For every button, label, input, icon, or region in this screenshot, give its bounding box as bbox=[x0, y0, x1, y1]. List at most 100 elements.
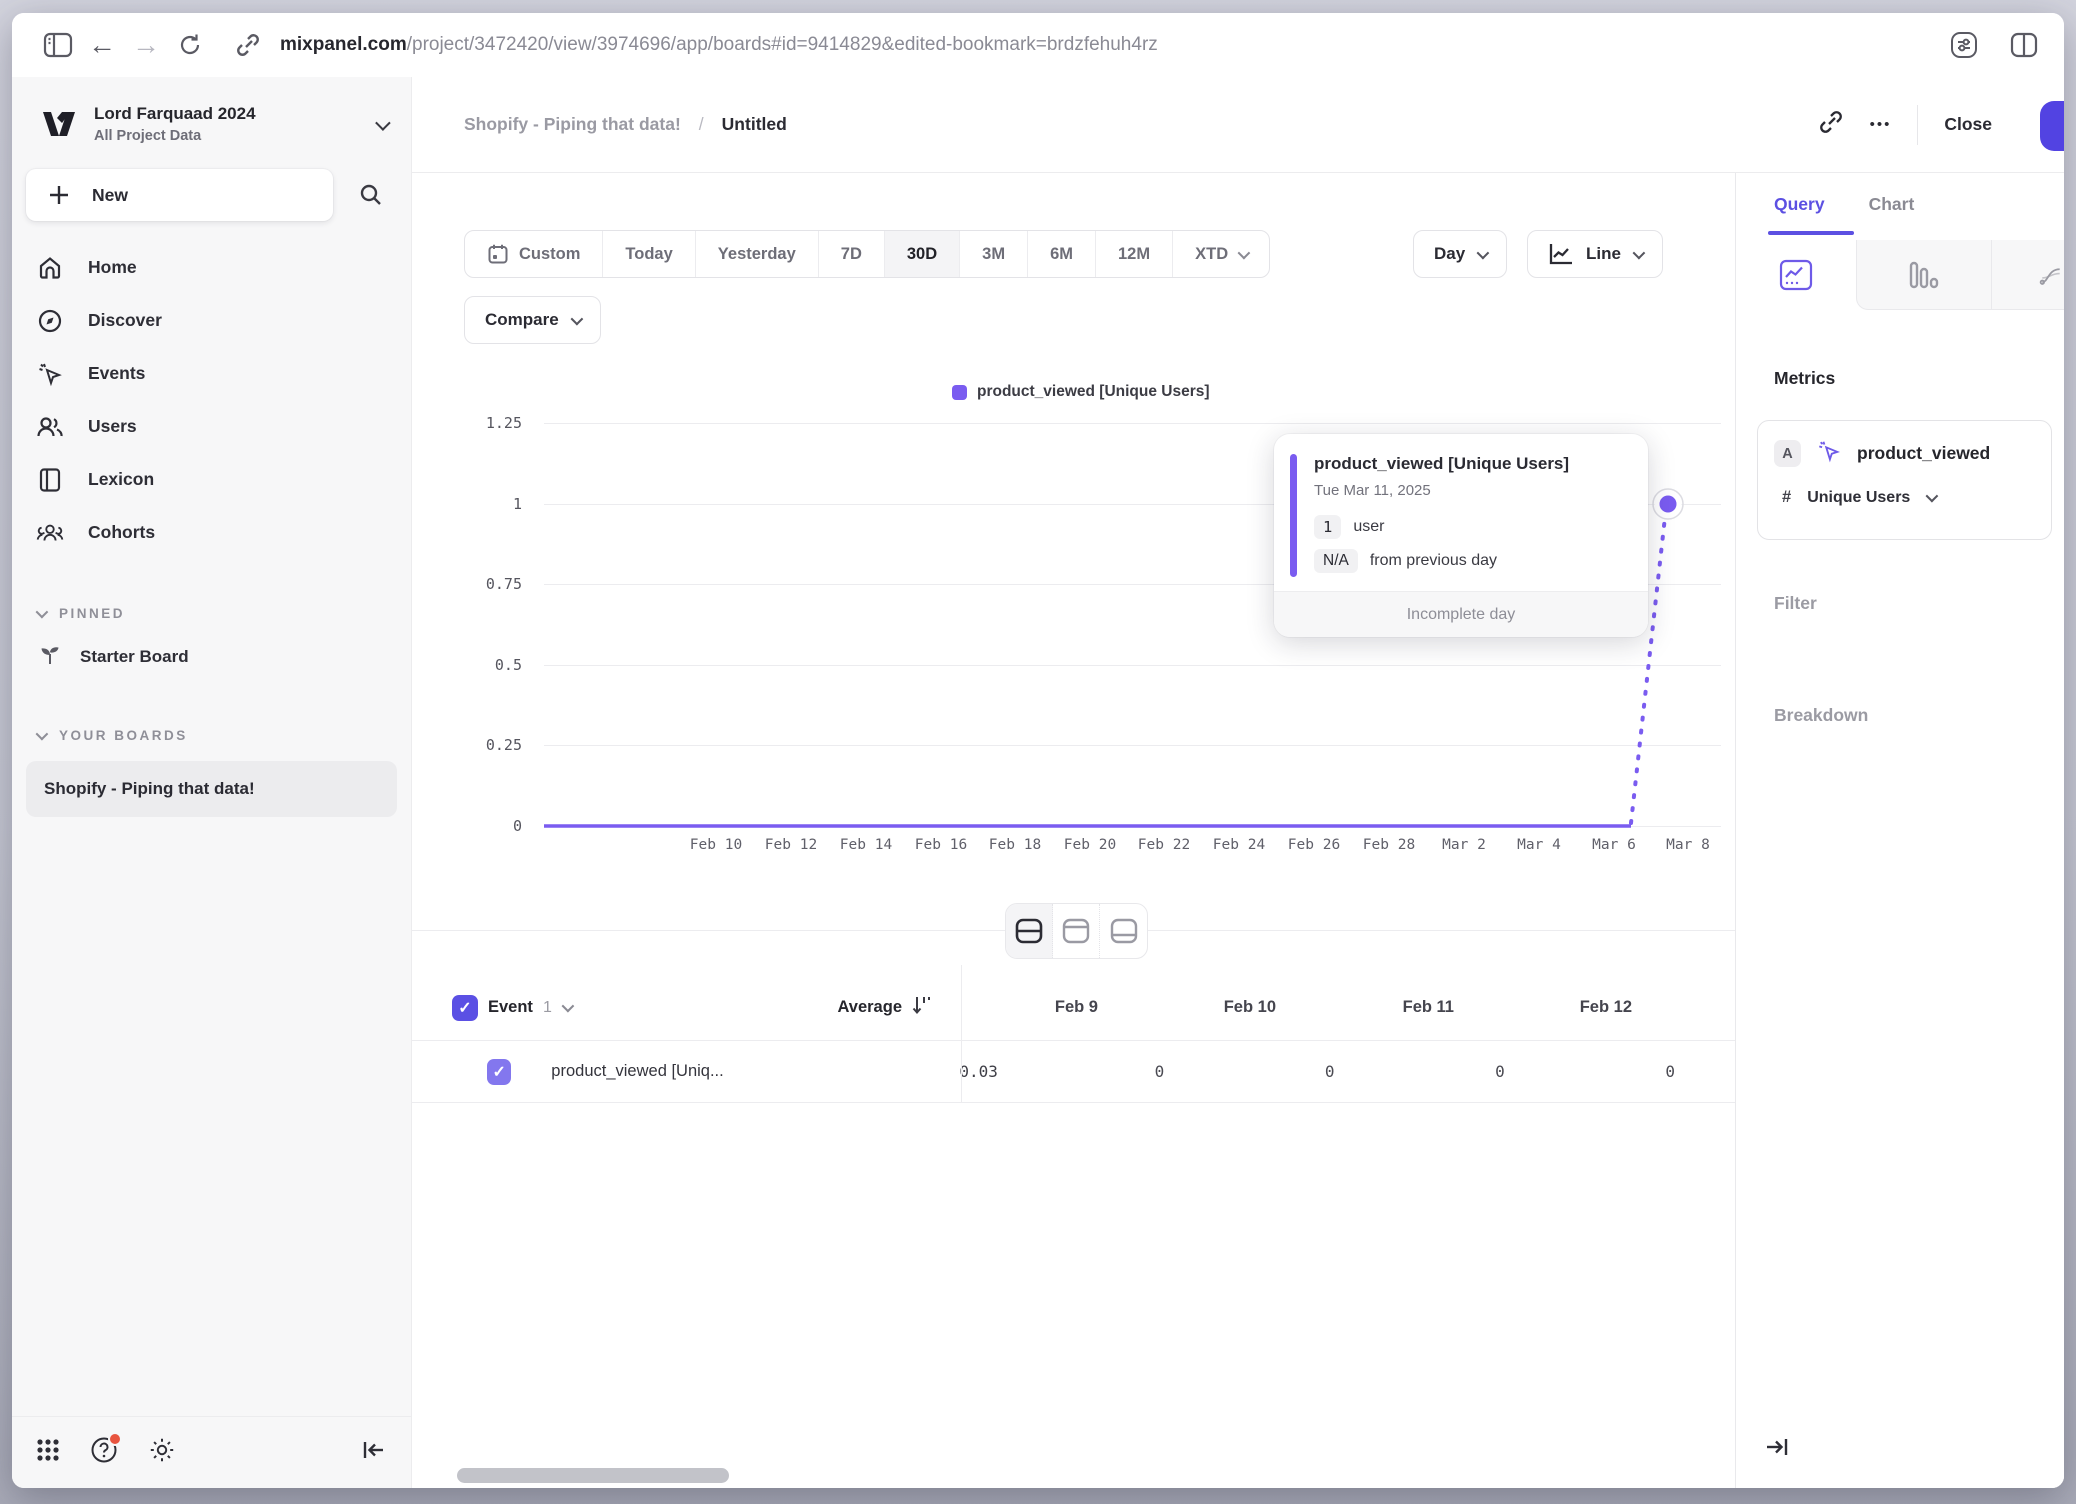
chevron-down-icon[interactable] bbox=[561, 1000, 574, 1013]
copy-link-icon[interactable] bbox=[1818, 109, 1844, 140]
book-icon bbox=[36, 467, 64, 493]
page-link-icon bbox=[226, 23, 270, 67]
collapse-sidebar-icon[interactable] bbox=[361, 1438, 387, 1467]
filter-section-label[interactable]: Filter bbox=[1774, 593, 1817, 614]
chevron-down-icon bbox=[1633, 246, 1646, 259]
y-axis-tick: 1 bbox=[422, 495, 522, 513]
tooltip-value: 1 bbox=[1314, 515, 1341, 539]
divider bbox=[961, 965, 962, 1040]
flows-icon bbox=[2038, 259, 2064, 291]
sidebar-item-label: Home bbox=[88, 257, 137, 278]
sidebar-item-lexicon[interactable]: Lexicon bbox=[12, 453, 411, 506]
range-6m[interactable]: 6M bbox=[1028, 231, 1096, 277]
gear-icon[interactable] bbox=[148, 1436, 176, 1469]
collapse-panel-icon[interactable] bbox=[1764, 1435, 1790, 1464]
pinned-section-header[interactable]: PINNED bbox=[12, 593, 411, 633]
project-subtitle: All Project Data bbox=[94, 128, 376, 144]
granularity-dropdown[interactable]: Day bbox=[1413, 230, 1507, 278]
range-3m[interactable]: 3M bbox=[960, 231, 1028, 277]
reader-settings-icon[interactable] bbox=[1942, 23, 1986, 67]
metric-event-name: product_viewed bbox=[1857, 443, 1990, 464]
sidebar-item-starter-board[interactable]: Starter Board bbox=[12, 633, 411, 681]
sort-icon[interactable] bbox=[910, 994, 932, 1021]
help-icon[interactable] bbox=[90, 1436, 118, 1469]
row-checkbox[interactable]: ✓ bbox=[487, 1059, 511, 1085]
sidebar-item-users[interactable]: Users bbox=[12, 400, 411, 453]
sidebar-item-board-shopify[interactable]: Shopify - Piping that data! bbox=[26, 761, 397, 817]
forward-button[interactable]: → bbox=[124, 23, 168, 67]
data-point-mar-11[interactable] bbox=[1657, 493, 1679, 515]
apps-grid-icon[interactable] bbox=[36, 1438, 60, 1467]
select-all-checkbox[interactable]: ✓ bbox=[452, 995, 478, 1021]
breadcrumb-page[interactable]: Untitled bbox=[722, 114, 787, 135]
reload-button[interactable] bbox=[168, 23, 212, 67]
browser-sidebar-toggle-icon[interactable] bbox=[36, 23, 80, 67]
breadcrumb-board[interactable]: Shopify - Piping that data! bbox=[464, 114, 681, 135]
breakdown-section-label[interactable]: Breakdown bbox=[1774, 705, 1868, 726]
sidebar-item-home[interactable]: Home bbox=[12, 241, 411, 294]
range-7d[interactable]: 7D bbox=[819, 231, 885, 277]
search-button[interactable] bbox=[345, 169, 397, 221]
aggregation-dropdown[interactable]: Unique Users bbox=[1807, 489, 1910, 507]
layout-chart-only-toggle[interactable] bbox=[1053, 904, 1100, 958]
flows-report-tab[interactable] bbox=[1991, 240, 2064, 310]
close-button[interactable]: Close bbox=[1944, 114, 1992, 135]
metric-card[interactable]: A product_viewed # Unique Users bbox=[1757, 420, 2052, 540]
tab-chart[interactable]: Chart bbox=[1869, 194, 1915, 215]
search-icon bbox=[359, 183, 383, 207]
average-column-header[interactable]: Average bbox=[782, 998, 902, 1017]
new-button[interactable]: New bbox=[26, 169, 333, 221]
plus-icon bbox=[48, 184, 70, 206]
y-axis-tick: 0.25 bbox=[422, 736, 522, 754]
save-button-partial[interactable] bbox=[2040, 101, 2064, 151]
range-custom[interactable]: Custom bbox=[465, 231, 603, 277]
back-button[interactable]: ← bbox=[80, 23, 124, 67]
range-yesterday[interactable]: Yesterday bbox=[696, 231, 819, 277]
table-row[interactable]: ✓ product_viewed [Uniq... 0.03 0 0 0 0 bbox=[412, 1041, 1735, 1103]
address-bar[interactable]: mixpanel.com/project/3472420/view/397469… bbox=[280, 34, 1930, 56]
insights-report-tab[interactable] bbox=[1736, 240, 1856, 310]
range-label: XTD bbox=[1195, 245, 1228, 264]
row-value: 0 bbox=[1394, 1062, 1564, 1081]
sidebar-item-discover[interactable]: Discover bbox=[12, 294, 411, 347]
starter-board-label: Starter Board bbox=[80, 647, 189, 667]
breakdown-table: ✓ Event 1 Average Feb 9 Feb 10 bbox=[412, 975, 1735, 1103]
metric-letter-badge: A bbox=[1774, 440, 1801, 467]
compare-button[interactable]: Compare bbox=[464, 296, 601, 344]
your-boards-section-header[interactable]: YOUR BOARDS bbox=[12, 715, 411, 755]
y-axis-tick: 0.5 bbox=[422, 656, 522, 674]
range-30d-selected[interactable]: 30D bbox=[885, 231, 960, 277]
layout-split-toggle[interactable] bbox=[1006, 904, 1053, 958]
chevron-down-icon bbox=[36, 727, 49, 740]
chart-type-dropdown[interactable]: Line bbox=[1527, 230, 1663, 278]
range-label: 7D bbox=[841, 245, 862, 264]
more-options-icon[interactable]: ••• bbox=[1870, 116, 1892, 133]
tab-query[interactable]: Query bbox=[1774, 194, 1825, 215]
spark-cursor-icon bbox=[1817, 439, 1841, 468]
tooltip-series-bar bbox=[1290, 454, 1297, 577]
date-column-header: Feb 10 bbox=[1150, 998, 1328, 1017]
notification-dot bbox=[108, 1432, 122, 1446]
range-today[interactable]: Today bbox=[603, 231, 695, 277]
sidebar-item-label: Discover bbox=[88, 310, 162, 331]
spark-cursor-icon bbox=[36, 361, 64, 387]
funnels-report-tab[interactable] bbox=[1856, 240, 1991, 310]
sidebar-item-label: Events bbox=[88, 363, 145, 384]
range-xtd[interactable]: XTD bbox=[1173, 231, 1269, 277]
horizontal-scrollbar[interactable] bbox=[457, 1468, 729, 1483]
sidebar-item-cohorts[interactable]: Cohorts bbox=[12, 506, 411, 559]
range-label: Custom bbox=[519, 245, 580, 264]
date-column-header: Feb 12 bbox=[1506, 998, 1684, 1017]
split-view-icon[interactable] bbox=[2002, 23, 2046, 67]
event-column-header[interactable]: Event bbox=[488, 998, 533, 1017]
range-12m[interactable]: 12M bbox=[1096, 231, 1173, 277]
layout-table-only-toggle[interactable] bbox=[1100, 904, 1147, 958]
query-panel: Query Chart bbox=[1735, 173, 2064, 1488]
line-chart-icon bbox=[1548, 242, 1574, 266]
compare-label: Compare bbox=[485, 310, 559, 330]
sidebar-item-events[interactable]: Events bbox=[12, 347, 411, 400]
tooltip-date: Tue Mar 11, 2025 bbox=[1314, 482, 1626, 499]
new-button-label: New bbox=[92, 185, 128, 206]
project-switcher[interactable]: Lord Farquaad 2024 All Project Data bbox=[12, 77, 411, 155]
chart-legend[interactable]: product_viewed [Unique Users] bbox=[952, 383, 1210, 401]
